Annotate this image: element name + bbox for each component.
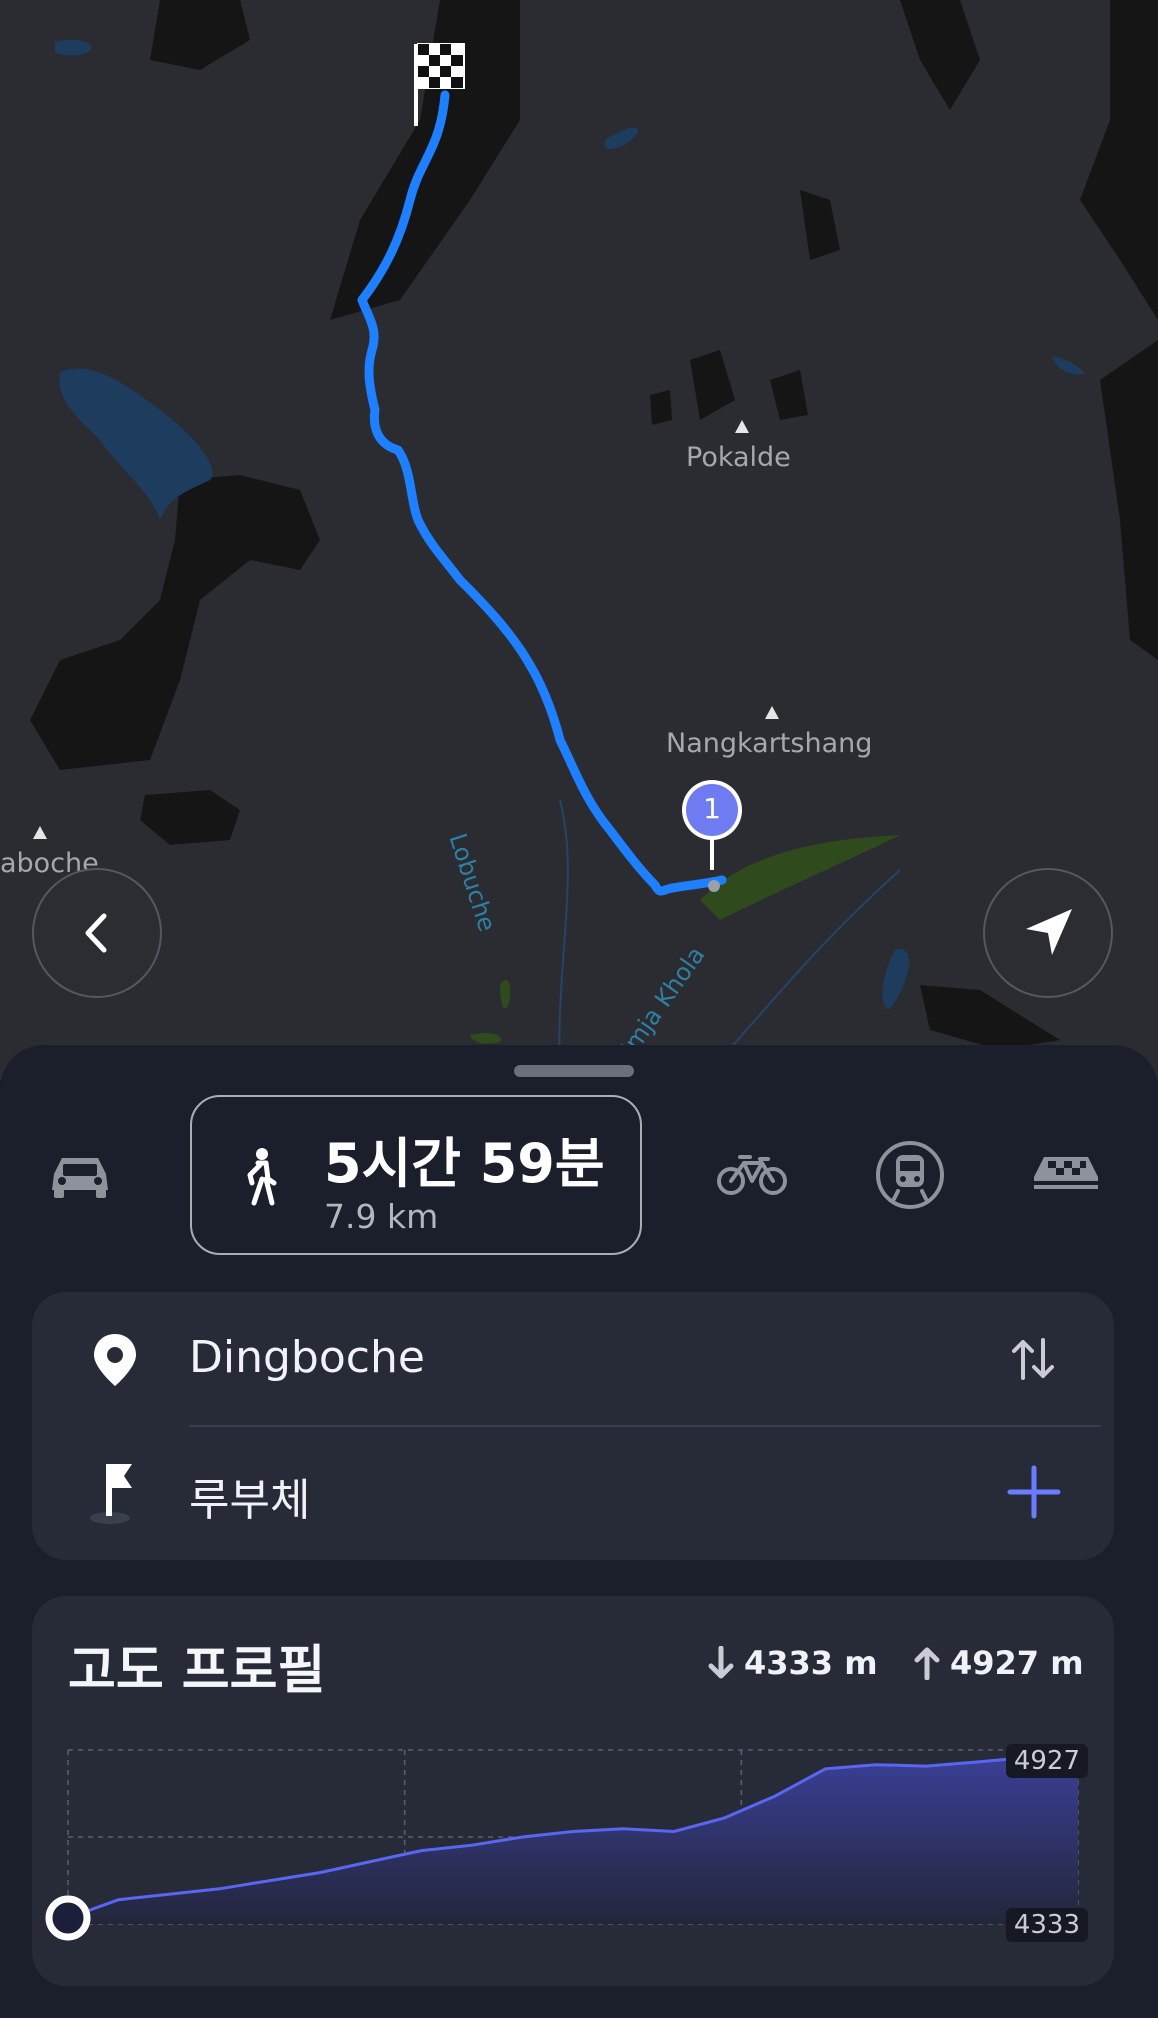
mode-bike-button[interactable] — [702, 1125, 802, 1225]
chevron-left-icon — [85, 913, 107, 953]
location-pin-icon — [94, 1334, 136, 1386]
mode-taxi-button[interactable] — [1016, 1125, 1116, 1225]
mode-transit-button[interactable] — [860, 1125, 960, 1225]
waypoint-number: 1 — [703, 792, 721, 825]
sheet-grabber[interactable] — [514, 1065, 634, 1077]
swap-arrows-icon[interactable] — [1008, 1334, 1058, 1384]
elevation-area — [68, 1756, 1078, 1924]
train-icon — [876, 1141, 944, 1209]
elevation-profile-card: 고도 프로필 4333 m 4927 m 4927 4333 — [32, 1596, 1114, 1986]
y-max-label: 4927 — [1005, 1744, 1088, 1778]
map-view[interactable]: 1 Pokalde Nangkartshang aboche Lobuche I… — [0, 0, 1158, 1080]
car-icon — [52, 1158, 108, 1198]
waypoint-marker[interactable]: 1 — [680, 778, 744, 878]
elevation-chart[interactable] — [32, 1596, 1114, 1986]
route-divider — [189, 1425, 1101, 1427]
route-endpoints-card: Dingboche 루부체 — [32, 1292, 1114, 1560]
walk-distance: 7.9 km — [324, 1197, 439, 1236]
start-marker — [45, 1895, 91, 1941]
bicycle-icon — [717, 1155, 787, 1195]
walking-person-icon — [247, 1148, 277, 1206]
plus-icon[interactable] — [1006, 1464, 1062, 1520]
navigation-arrow-icon — [1026, 909, 1072, 955]
peak-label-nangkartshang: Nangkartshang — [666, 728, 873, 759]
flag-icon — [90, 1464, 132, 1524]
locate-me-button[interactable] — [983, 868, 1113, 998]
y-min-label: 4333 — [1005, 1908, 1088, 1942]
walk-duration: 5시간 59분 — [324, 1132, 605, 1195]
taxi-icon — [1034, 1157, 1098, 1189]
origin-field[interactable]: Dingboche — [189, 1332, 425, 1383]
mode-walk-card[interactable]: 5시간 59분 7.9 km — [190, 1095, 642, 1255]
mode-car-button[interactable] — [30, 1125, 130, 1225]
peak-label-pokalde: Pokalde — [686, 442, 791, 473]
back-button[interactable] — [32, 868, 162, 998]
checkered-flag-icon — [414, 43, 465, 126]
destination-field[interactable]: 루부체 — [189, 1464, 310, 1528]
